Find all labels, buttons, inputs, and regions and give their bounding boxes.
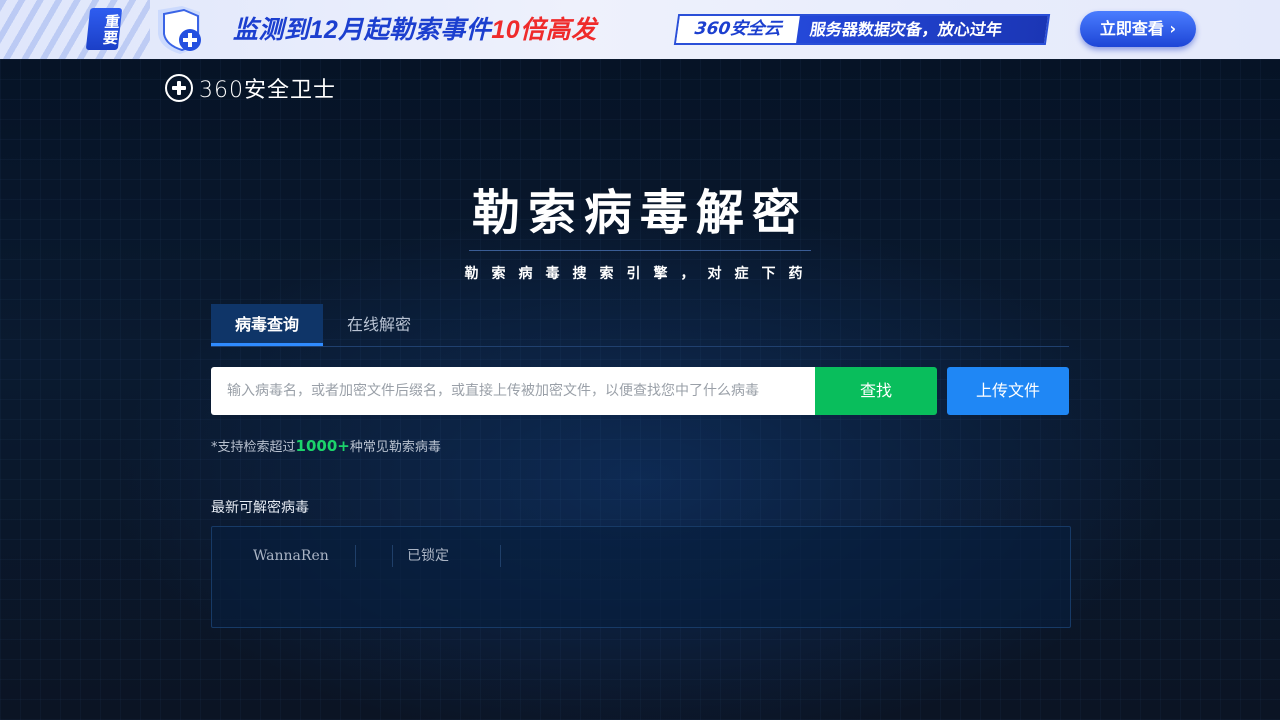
upload-file-button[interactable]: 上传文件 xyxy=(947,367,1069,415)
title-divider xyxy=(469,250,811,251)
virus-status: 已锁定 xyxy=(393,545,501,567)
cloud-brand: 360安全云 xyxy=(676,16,800,43)
latest-decryptable-list: WannaRen 已锁定 xyxy=(211,526,1071,628)
cloud-slogan: 服务器数据灾备，放心过年 xyxy=(796,16,1048,43)
important-badge: 重要 xyxy=(85,8,123,50)
support-note: *支持检索超过1000+种常见勒索病毒 xyxy=(211,436,441,458)
column-divider xyxy=(356,545,393,567)
page-title: 勒索病毒解密 xyxy=(471,185,808,241)
search-row: 查找 上传文件 xyxy=(211,367,1069,415)
support-note-suffix: 种常见勒索病毒 xyxy=(349,440,441,455)
tab-bar: 病毒查询 在线解密 xyxy=(211,304,1069,347)
shield-plus-icon xyxy=(158,6,201,54)
logo[interactable]: 360安全卫士 xyxy=(165,73,336,103)
tab-online-decrypt[interactable]: 在线解密 xyxy=(323,304,435,346)
search-input[interactable] xyxy=(211,367,815,415)
banner-decoration xyxy=(0,0,150,59)
logo-text: 360安全卫士 xyxy=(199,78,336,103)
banner-headline-highlight: 10倍高发 xyxy=(491,16,597,44)
tab-virus-query[interactable]: 病毒查询 xyxy=(211,304,324,346)
support-count: 1000+ xyxy=(295,437,350,455)
360-logo-icon xyxy=(165,74,193,102)
latest-decryptable-heading: 最新可解密病毒 xyxy=(211,500,309,516)
hero-section: 360安全卫士 勒索病毒解密 勒索病毒搜索引擎，对症下药 病毒查询 在线解密 查… xyxy=(0,59,1280,720)
banner-headline: 监测到12月起勒索事件10倍高发 xyxy=(233,12,597,48)
virus-name[interactable]: WannaRen xyxy=(253,545,356,567)
page-subtitle: 勒索病毒搜索引擎，对症下药 xyxy=(464,266,816,282)
support-note-prefix: *支持检索超过 xyxy=(211,440,296,455)
list-item[interactable]: WannaRen 已锁定 xyxy=(212,545,501,567)
cloud-promo-box: 360安全云 服务器数据灾备，放心过年 xyxy=(673,14,1051,45)
banner-headline-text: 监测到12月起勒索事件 xyxy=(233,16,492,44)
top-banner-ad[interactable]: 重要 监测到12月起勒索事件10倍高发 360安全云 服务器数据灾备，放心过年 … xyxy=(0,0,1280,59)
view-now-button[interactable]: 立即查看 › xyxy=(1080,11,1196,47)
search-button[interactable]: 查找 xyxy=(815,367,937,415)
